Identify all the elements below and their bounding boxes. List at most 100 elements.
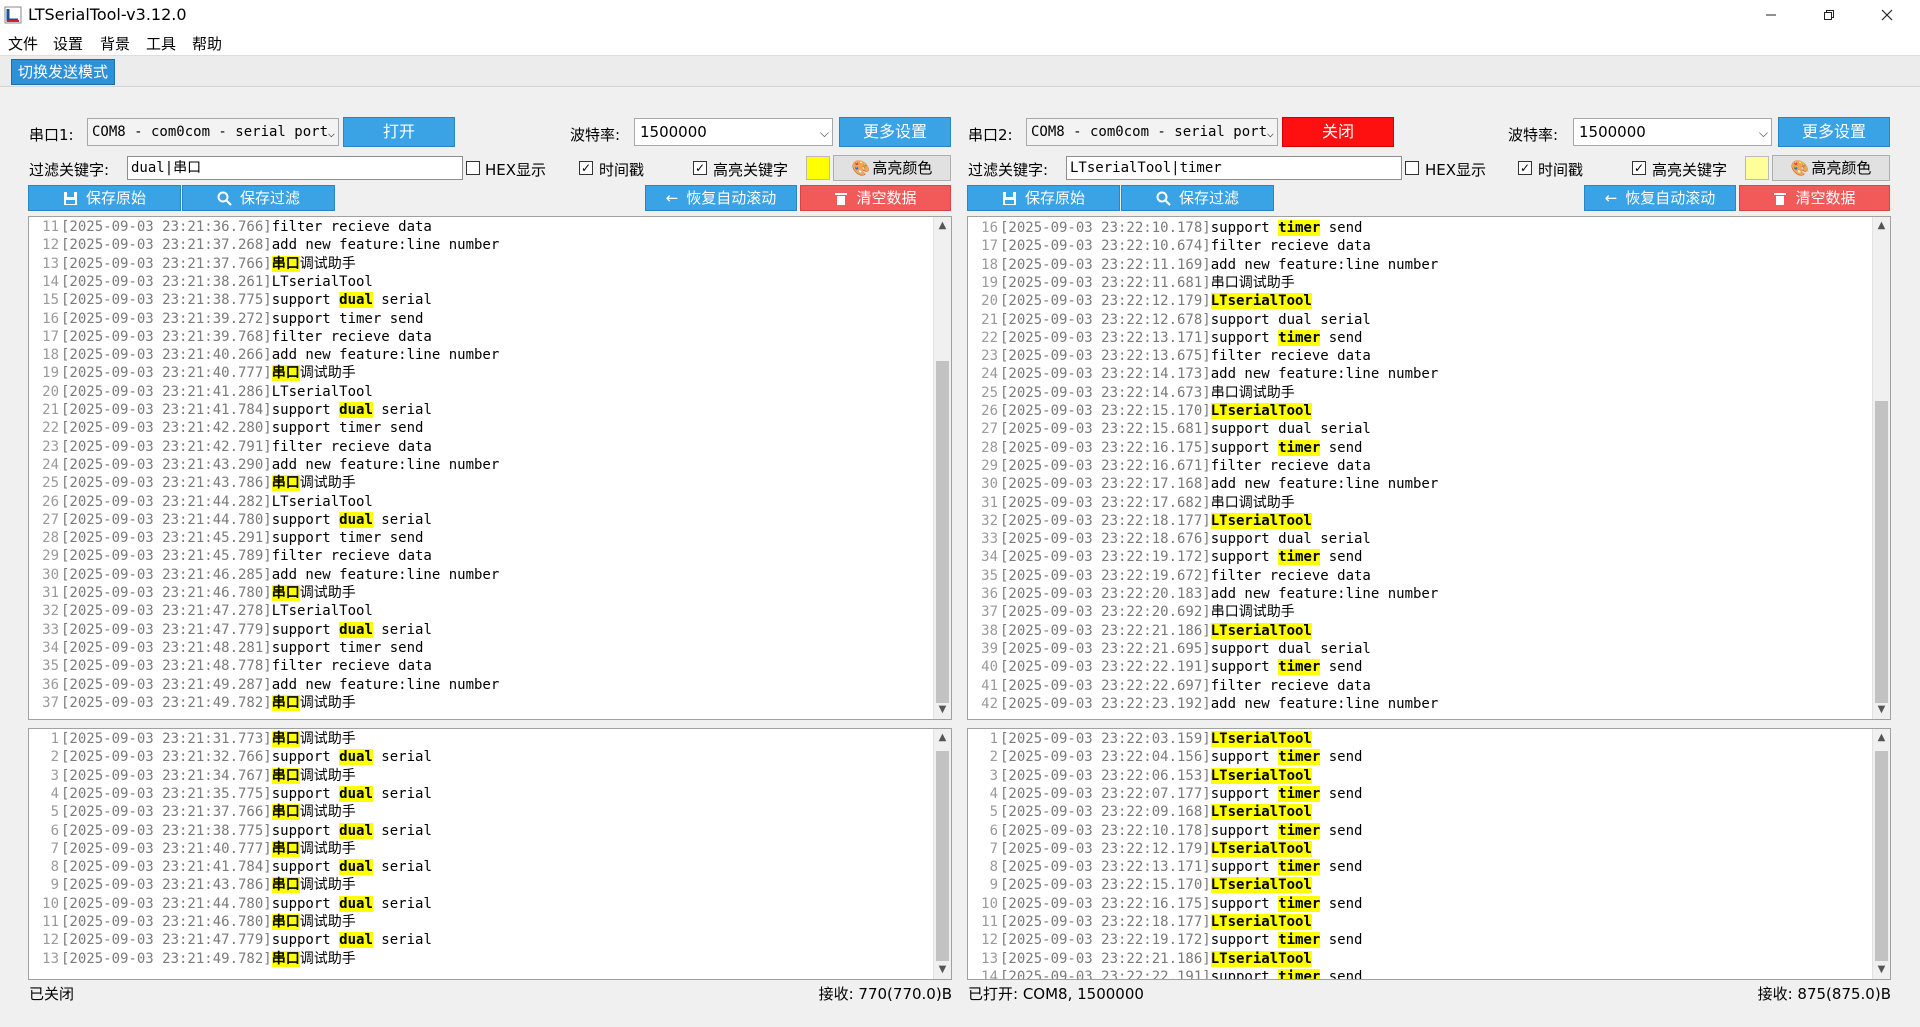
timestamp: [2025-09-03 23:21:32.766] bbox=[61, 749, 272, 766]
port1-select[interactable]: COM8 - com0com - serial port ⌵ bbox=[87, 118, 339, 146]
receive-log-1[interactable]: 11 [2025-09-03 23:21:36.766]filter reciev… bbox=[28, 216, 952, 720]
scroll-up-icon[interactable]: ▲ bbox=[934, 729, 951, 747]
filtered-log-2[interactable]: 1 [2025-09-03 23:22:03.159]LTserialTool 2[… bbox=[967, 728, 1891, 980]
open-port-button[interactable]: 打开 bbox=[343, 117, 455, 147]
highlighted-keyword: timer bbox=[1278, 822, 1321, 839]
line-number: 25 bbox=[42, 475, 59, 492]
receive-log-2[interactable]: 16 [2025-09-03 23:22:10.178]support timer… bbox=[967, 216, 1891, 720]
timestamp: [2025-09-03 23:22:21.695] bbox=[1000, 640, 1211, 657]
menu-file[interactable]: 文件 bbox=[8, 33, 38, 54]
save-filter-label-2: 保存过滤 bbox=[1178, 189, 1239, 207]
highlight1-swatch[interactable] bbox=[806, 156, 830, 180]
filter2-input[interactable]: LTserialTool|timer bbox=[1066, 156, 1402, 180]
log-text: send bbox=[1320, 439, 1363, 456]
highlight-color-label-2: 高亮颜色 bbox=[1811, 159, 1872, 177]
highlight1-checkbox[interactable]: ✓ bbox=[693, 161, 707, 175]
line-number: 38 bbox=[981, 622, 998, 639]
clear-data-button-2[interactable]: 清空数据 bbox=[1739, 185, 1890, 211]
timestamp: [2025-09-03 23:22:12.678] bbox=[1000, 311, 1211, 328]
log-text: send bbox=[1320, 329, 1363, 346]
log-text: serial bbox=[372, 895, 432, 912]
switch-send-mode-button[interactable]: 切换发送模式 bbox=[11, 59, 116, 85]
save-filter-button-1[interactable]: 保存过滤 bbox=[182, 185, 335, 211]
save-filter-button-2[interactable]: 保存过滤 bbox=[1121, 185, 1274, 211]
line-number: 31 bbox=[42, 585, 59, 601]
highlight-color-button-1[interactable]: 🎨 高亮颜色 bbox=[833, 155, 951, 181]
more-settings-button-2[interactable]: 更多设置 bbox=[1778, 117, 1890, 147]
scroll-thumb[interactable] bbox=[1875, 751, 1888, 961]
scrollbar[interactable]: ▲ ▼ bbox=[1872, 217, 1890, 719]
highlight2-swatch[interactable] bbox=[1745, 156, 1769, 180]
line-number: 35 bbox=[42, 658, 59, 675]
port2-select[interactable]: COM8 - com0com - serial port ⌵ bbox=[1026, 118, 1278, 146]
save-raw-button-1[interactable]: 保存原始 bbox=[28, 185, 181, 211]
baud1-select[interactable]: 1500000 ⌵ bbox=[634, 118, 833, 146]
scroll-thumb[interactable] bbox=[936, 361, 949, 703]
timestamp: [2025-09-03 23:21:40.777] bbox=[61, 840, 272, 857]
menu-tools[interactable]: 工具 bbox=[146, 33, 176, 54]
scroll-thumb[interactable] bbox=[936, 751, 949, 961]
log-text: support bbox=[271, 402, 340, 418]
line-number: 37 bbox=[981, 604, 998, 621]
minimize-button[interactable] bbox=[1742, 0, 1800, 30]
scroll-down-icon[interactable]: ▼ bbox=[1873, 961, 1890, 979]
scroll-thumb[interactable] bbox=[1875, 401, 1888, 703]
scroll-down-icon[interactable]: ▼ bbox=[1873, 701, 1890, 719]
scrollbar[interactable]: ▲ ▼ bbox=[1872, 729, 1890, 979]
highlighted-keyword: LTserialTool bbox=[1210, 512, 1312, 529]
hex1-checkbox[interactable] bbox=[466, 161, 480, 175]
line-number: 27 bbox=[981, 421, 998, 438]
line-number: 5 bbox=[989, 804, 998, 821]
toolbar bbox=[0, 55, 1920, 87]
highlighted-keyword: dual bbox=[339, 822, 373, 839]
log-text: serial bbox=[372, 511, 432, 528]
scroll-up-icon[interactable]: ▲ bbox=[1873, 729, 1890, 747]
close-port-button[interactable]: 关闭 bbox=[1282, 117, 1394, 147]
highlighted-keyword: timer bbox=[1278, 932, 1321, 949]
close-window-button[interactable] bbox=[1858, 0, 1916, 30]
log-line: 24 [2025-09-03 23:22:14.173]add new featu… bbox=[968, 365, 1438, 383]
highlight-color-button-2[interactable]: 🎨 高亮颜色 bbox=[1772, 155, 1890, 181]
port1-value: COM8 - com0com - serial port bbox=[92, 124, 329, 140]
scroll-up-icon[interactable]: ▲ bbox=[1873, 217, 1890, 235]
line-number: 17 bbox=[42, 328, 59, 345]
hex2-checkbox[interactable] bbox=[1405, 161, 1419, 175]
filter1-input[interactable]: dual|串口 bbox=[127, 156, 463, 180]
scroll-down-icon[interactable]: ▼ bbox=[934, 701, 951, 719]
autoscroll-label-2: 恢复自动滚动 bbox=[1625, 189, 1716, 207]
timestamp: [2025-09-03 23:21:41.286] bbox=[61, 383, 272, 400]
log-line: 33 [2025-09-03 23:22:18.676]support dual … bbox=[968, 530, 1371, 548]
filter1-label: 过滤关键字: bbox=[29, 161, 110, 179]
line-number: 23 bbox=[981, 348, 998, 365]
highlight2-checkbox[interactable]: ✓ bbox=[1632, 161, 1646, 175]
resume-autoscroll-button-1[interactable]: ← 恢复自动滚动 bbox=[645, 185, 797, 211]
resume-autoscroll-button-2[interactable]: ← 恢复自动滚动 bbox=[1584, 185, 1736, 211]
timestamp: [2025-09-03 23:22:12.179] bbox=[1000, 840, 1211, 857]
baud2-select[interactable]: 1500000 ⌵ bbox=[1573, 118, 1772, 146]
highlighted-keyword: timer bbox=[1278, 549, 1321, 566]
scrollbar[interactable]: ▲ ▼ bbox=[933, 729, 951, 979]
line-number: 40 bbox=[981, 659, 998, 676]
restore-button[interactable] bbox=[1800, 0, 1858, 30]
line-number: 11 bbox=[42, 914, 59, 930]
clear-data-button-1[interactable]: 清空数据 bbox=[800, 185, 951, 211]
menu-help[interactable]: 帮助 bbox=[192, 33, 222, 54]
scroll-up-icon[interactable]: ▲ bbox=[934, 217, 951, 235]
scrollbar[interactable]: ▲ ▼ bbox=[933, 217, 951, 719]
menu-settings[interactable]: 设置 bbox=[53, 33, 83, 54]
save-raw-button-2[interactable]: 保存原始 bbox=[967, 185, 1120, 211]
timestamp1-checkbox[interactable]: ✓ bbox=[579, 161, 593, 175]
timestamp: [2025-09-03 23:22:14.173] bbox=[1000, 366, 1211, 383]
menu-background[interactable]: 背景 bbox=[100, 33, 130, 54]
log-line: 19 [2025-09-03 23:22:11.681]串口调试助手 bbox=[968, 274, 1295, 292]
highlighted-keyword: dual bbox=[339, 621, 373, 638]
filtered-log-1[interactable]: 1 [2025-09-03 23:21:31.773]串口调试助手 2 [2025-0… bbox=[28, 728, 952, 980]
highlighted-keyword: 串口 bbox=[271, 585, 300, 601]
scroll-down-icon[interactable]: ▼ bbox=[934, 961, 951, 979]
line-number: 15 bbox=[42, 292, 59, 309]
more-settings-button-1[interactable]: 更多设置 bbox=[839, 117, 951, 147]
log-line: 2 [2025-09-03 23:22:04.156]support timer … bbox=[968, 748, 1362, 766]
timestamp2-checkbox[interactable]: ✓ bbox=[1518, 161, 1532, 175]
highlighted-keyword: dual bbox=[339, 785, 373, 802]
log-line: 17 [2025-09-03 23:21:39.768]filter reciev… bbox=[29, 328, 432, 346]
